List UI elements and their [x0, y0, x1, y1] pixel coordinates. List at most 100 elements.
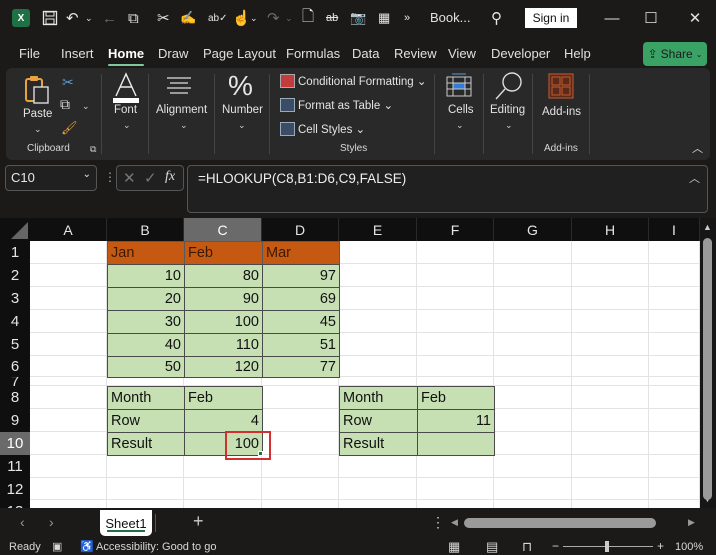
alignment-button[interactable]: Alignment	[156, 104, 207, 116]
lookup2-label-result[interactable]: Result	[339, 432, 418, 456]
tab-help[interactable]: Help	[564, 46, 591, 61]
row-header-12[interactable]: 12	[0, 478, 30, 500]
spelling-icon[interactable]: ab✓	[208, 8, 228, 28]
cell-F3[interactable]	[417, 287, 494, 310]
cell-A3[interactable]	[30, 287, 107, 310]
tab-home[interactable]: Home	[108, 46, 145, 66]
editing-search-icon[interactable]	[494, 71, 524, 101]
table-cell[interactable]: 90	[184, 287, 263, 311]
cell-I1[interactable]	[649, 241, 700, 264]
cell-H1[interactable]	[572, 241, 649, 264]
cell-G4[interactable]	[494, 310, 572, 333]
cell-E6[interactable]	[339, 356, 417, 377]
cell-I12[interactable]	[649, 478, 700, 500]
cell-I6[interactable]	[649, 356, 700, 377]
add-ins-icon[interactable]	[548, 73, 574, 99]
cell-A12[interactable]	[30, 478, 107, 500]
table-header-mar[interactable]: Mar	[262, 241, 340, 265]
cell-G13[interactable]	[494, 500, 572, 508]
zoom-slider-thumb[interactable]	[605, 541, 609, 552]
cell-B7[interactable]	[107, 377, 184, 386]
row-header-2[interactable]: 2	[0, 264, 30, 287]
row-header-5[interactable]: 5	[0, 333, 30, 356]
format-as-table-button[interactable]: Format as Table ⌄	[298, 98, 393, 112]
cell-H9[interactable]	[572, 409, 649, 432]
touch-mode-icon[interactable]: ☝	[232, 8, 251, 28]
cell-I5[interactable]	[649, 333, 700, 356]
cell-H4[interactable]	[572, 310, 649, 333]
cell-I8[interactable]	[649, 386, 700, 409]
column-header-g[interactable]: G	[494, 218, 572, 241]
cell-F7[interactable]	[417, 377, 494, 386]
formula-input[interactable]: =HLOOKUP(C8,B1:D6,C9,FALSE) ︿	[187, 165, 708, 213]
lookup1-value-row[interactable]: 4	[184, 409, 263, 433]
accessibility-status[interactable]: Accessibility: Good to go	[96, 541, 216, 553]
cell-C7[interactable]	[184, 377, 262, 386]
add-ins-button[interactable]: Add-ins	[542, 106, 581, 118]
percent-icon[interactable]: %	[228, 70, 253, 102]
table-cell[interactable]: 50	[107, 356, 185, 378]
lookup2-value-result[interactable]	[417, 432, 495, 456]
cell-G3[interactable]	[494, 287, 572, 310]
cell-A2[interactable]	[30, 264, 107, 287]
cell-I2[interactable]	[649, 264, 700, 287]
table-cell[interactable]: 80	[184, 264, 263, 288]
cell-styles-button[interactable]: Cell Styles ⌄	[298, 122, 365, 136]
conditional-formatting-button[interactable]: Conditional Formatting ⌄	[298, 74, 427, 88]
tab-page-layout[interactable]: Page Layout	[203, 46, 276, 61]
cell-B11[interactable]	[107, 455, 184, 478]
accessibility-icon[interactable]: ♿	[80, 540, 94, 553]
number-button[interactable]: Number	[222, 104, 263, 116]
select-all-button[interactable]	[0, 218, 30, 241]
cut-icon[interactable]: ✂	[62, 74, 74, 91]
paste-dropdown-icon[interactable]: ⌄	[34, 124, 42, 135]
cell-G8[interactable]	[494, 386, 572, 409]
cell-H2[interactable]	[572, 264, 649, 287]
column-header-e[interactable]: E	[339, 218, 417, 241]
font-icon[interactable]	[110, 72, 142, 104]
alignment-icon[interactable]	[166, 76, 192, 96]
cell-D7[interactable]	[262, 377, 339, 386]
cell-I3[interactable]	[649, 287, 700, 310]
redo-icon[interactable]: ↷	[267, 8, 280, 28]
cell-A1[interactable]	[30, 241, 107, 264]
cell-H11[interactable]	[572, 455, 649, 478]
cells-dropdown-icon[interactable]: ⌄	[456, 120, 464, 131]
row-header-13[interactable]: 13	[0, 500, 30, 508]
table-cell[interactable]: 77	[262, 356, 340, 378]
collapse-ribbon-icon[interactable]: ︿	[692, 140, 703, 156]
cell-G7[interactable]	[494, 377, 572, 386]
row-header-4[interactable]: 4	[0, 310, 30, 333]
cell-I11[interactable]	[649, 455, 700, 478]
cell-A4[interactable]	[30, 310, 107, 333]
next-sheet-icon[interactable]: ›	[49, 514, 54, 530]
cell-G6[interactable]	[494, 356, 572, 377]
zoom-in-button[interactable]: +	[657, 539, 664, 553]
table-header-jan[interactable]: Jan	[107, 241, 185, 265]
cell-G10[interactable]	[494, 432, 572, 455]
cell-E13[interactable]	[339, 500, 417, 508]
column-header-b[interactable]: B	[107, 218, 184, 241]
column-header-d[interactable]: D	[262, 218, 339, 241]
format-painter-icon[interactable]: 🖌	[61, 120, 78, 136]
row-header-1[interactable]: 1	[0, 241, 30, 264]
camera-icon[interactable]: 📷	[350, 8, 366, 28]
tab-developer[interactable]: Developer	[491, 46, 550, 61]
cell-D10[interactable]	[262, 432, 339, 455]
cell-E7[interactable]	[339, 377, 417, 386]
cell-G12[interactable]	[494, 478, 572, 500]
cell-D11[interactable]	[262, 455, 339, 478]
copy-icon[interactable]: ⧉	[128, 8, 139, 28]
cell-E12[interactable]	[339, 478, 417, 500]
new-document-icon[interactable]: 🗋	[302, 8, 314, 28]
table-cell[interactable]: 51	[262, 333, 340, 357]
lookup2-value-row[interactable]: 11	[417, 409, 495, 433]
maximize-button[interactable]: ☐	[636, 8, 666, 28]
lookup1-label-result[interactable]: Result	[107, 432, 185, 456]
table-cell[interactable]: 110	[184, 333, 263, 357]
row-header-6[interactable]: 6	[0, 356, 30, 377]
table-cell[interactable]: 10	[107, 264, 185, 288]
cell-C12[interactable]	[184, 478, 262, 500]
cell-G5[interactable]	[494, 333, 572, 356]
alignment-dropdown-icon[interactable]: ⌄	[180, 120, 188, 131]
